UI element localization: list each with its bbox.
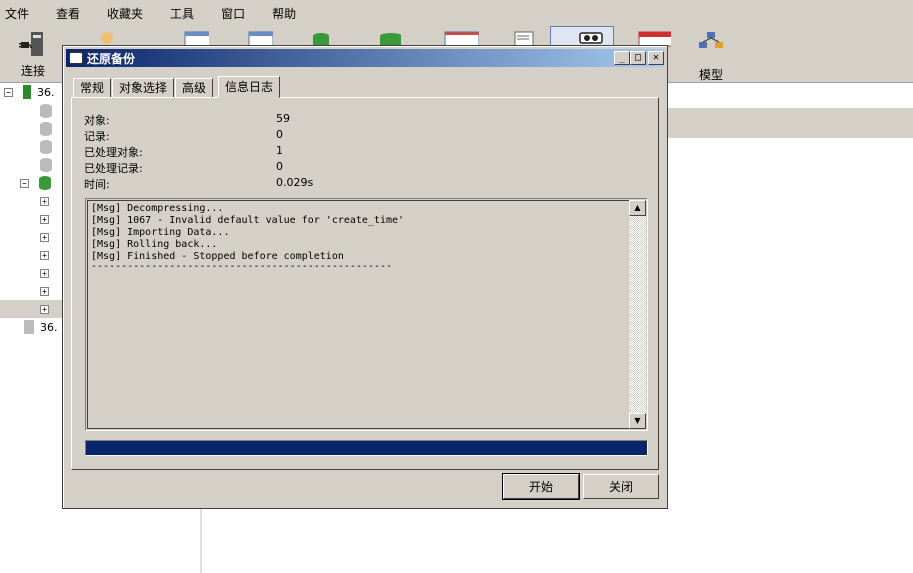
info-processed-records: 已处理记录: 0 xyxy=(84,160,283,176)
info-label: 对象: xyxy=(84,114,110,127)
expand-icon[interactable]: + xyxy=(40,196,49,206)
log-content: [Msg] Decompressing... [Msg] 1067 - Inva… xyxy=(87,200,629,429)
scroll-down-arrow-icon[interactable]: ▼ xyxy=(629,413,646,429)
tab-advanced[interactable]: 高级 xyxy=(175,78,214,98)
info-value: 0 xyxy=(276,160,283,173)
log-line: [Msg] Rolling back... xyxy=(91,239,218,250)
model-icon xyxy=(695,30,727,58)
info-processed-objects: 已处理对象: 1 xyxy=(84,144,283,160)
connect-button[interactable]: 连接 xyxy=(8,30,58,80)
start-button[interactable]: 开始 xyxy=(503,474,579,499)
tree-connection-1[interactable]: − 36. xyxy=(4,83,55,101)
tree-node[interactable]: + xyxy=(40,192,49,210)
log-textarea[interactable]: [Msg] Decompressing... [Msg] 1067 - Inva… xyxy=(85,198,648,431)
menu-tools[interactable]: 工具 xyxy=(170,5,194,22)
tree-node[interactable]: + xyxy=(40,228,49,246)
tree-node[interactable]: + xyxy=(40,264,49,282)
connection-name: 36. xyxy=(40,320,58,334)
close-window-button[interactable]: ✕ xyxy=(648,51,664,65)
dialog-tabs: 常规 对象选择 高级 信息日志 xyxy=(73,76,281,98)
connection-name: 36. xyxy=(37,85,55,99)
log-separator: ----------------------------------------… xyxy=(91,261,393,272)
expand-icon[interactable]: + xyxy=(40,232,49,242)
tree-db[interactable] xyxy=(40,120,52,138)
menu-file[interactable]: 文件 xyxy=(5,5,29,22)
info-value: 0 xyxy=(276,128,283,141)
info-label: 已处理对象: xyxy=(84,146,143,159)
log-line: [Msg] Decompressing... xyxy=(91,203,224,214)
info-objects: 对象: 59 xyxy=(84,112,290,128)
tree-db-open[interactable]: − xyxy=(20,174,51,192)
menu-help[interactable]: 帮助 xyxy=(272,5,296,22)
tree-node[interactable]: + xyxy=(40,210,49,228)
plug-icon xyxy=(17,30,49,58)
tree-connection-2[interactable]: 36. xyxy=(24,318,58,336)
expand-icon[interactable]: + xyxy=(40,304,49,314)
message-log-panel: 对象: 59 记录: 0 已处理对象: 1 已处理记录: 0 时间: 0.029… xyxy=(71,97,659,470)
database-icon xyxy=(40,104,52,118)
expand-icon[interactable]: + xyxy=(40,214,49,224)
backup-icon xyxy=(69,52,83,64)
restore-backup-dialog: 还原备份 _ □ ✕ 常规 对象选择 高级 信息日志 对象: 59 记录: 0 … xyxy=(62,45,668,509)
navicat-window: 文件 查看 收藏夹 工具 窗口 帮助 连接 模型 − 36. − + + + +… xyxy=(0,0,913,573)
info-records: 记录: 0 xyxy=(84,128,283,144)
tree-node[interactable]: + xyxy=(40,282,49,300)
tab-object-selection[interactable]: 对象选择 xyxy=(112,78,175,98)
menu-favorites[interactable]: 收藏夹 xyxy=(107,5,143,22)
model-label: 模型 xyxy=(698,68,723,82)
menu-window[interactable]: 窗口 xyxy=(221,5,245,22)
expand-icon[interactable]: + xyxy=(40,268,49,278)
info-value: 0.029s xyxy=(276,176,314,189)
info-value: 59 xyxy=(276,112,290,125)
tree-db[interactable] xyxy=(40,138,52,156)
server-icon xyxy=(23,85,31,99)
database-icon xyxy=(40,158,52,172)
info-time: 时间: 0.029s xyxy=(84,176,313,192)
database-icon xyxy=(40,140,52,154)
maximize-button[interactable]: □ xyxy=(630,51,646,65)
log-line: [Msg] 1067 - Invalid default value for '… xyxy=(91,215,405,226)
tree-node[interactable]: + xyxy=(40,246,49,264)
object-header xyxy=(666,108,913,138)
tab-general[interactable]: 常规 xyxy=(73,78,112,98)
database-icon xyxy=(39,176,51,190)
info-label: 时间: xyxy=(84,178,110,191)
collapse-icon[interactable]: − xyxy=(4,87,13,97)
server-icon xyxy=(24,320,34,334)
log-line: [Msg] Importing Data... xyxy=(91,227,230,238)
info-value: 1 xyxy=(276,144,283,157)
tab-message-log[interactable]: 信息日志 xyxy=(218,76,281,98)
expand-icon[interactable]: + xyxy=(40,250,49,260)
info-label: 记录: xyxy=(84,130,110,143)
expand-icon[interactable]: + xyxy=(40,286,49,296)
progress-fill xyxy=(86,441,647,455)
tree-node-backup[interactable]: + xyxy=(0,300,62,318)
info-label: 已处理记录: xyxy=(84,162,143,175)
tree-db[interactable] xyxy=(40,102,52,120)
dialog-titlebar[interactable]: 还原备份 _ □ ✕ xyxy=(66,49,664,67)
scroll-up-arrow-icon[interactable]: ▲ xyxy=(629,200,646,216)
backup-button[interactable] xyxy=(550,26,614,46)
database-icon xyxy=(40,122,52,136)
dialog-title: 还原备份 xyxy=(87,51,136,66)
close-button[interactable]: 关闭 xyxy=(583,474,659,499)
minimize-button[interactable]: _ xyxy=(614,51,630,65)
connect-label: 连接 xyxy=(20,64,45,78)
log-scrollbar[interactable]: ▲ ▼ xyxy=(629,200,646,429)
collapse-icon[interactable]: − xyxy=(20,178,29,188)
tree-db[interactable] xyxy=(40,156,52,174)
menu-view[interactable]: 查看 xyxy=(56,5,80,22)
model-button[interactable]: 模型 xyxy=(686,30,736,82)
progress-bar xyxy=(85,440,648,456)
menu-bar: 文件 查看 收藏夹 工具 窗口 帮助 xyxy=(0,0,913,26)
